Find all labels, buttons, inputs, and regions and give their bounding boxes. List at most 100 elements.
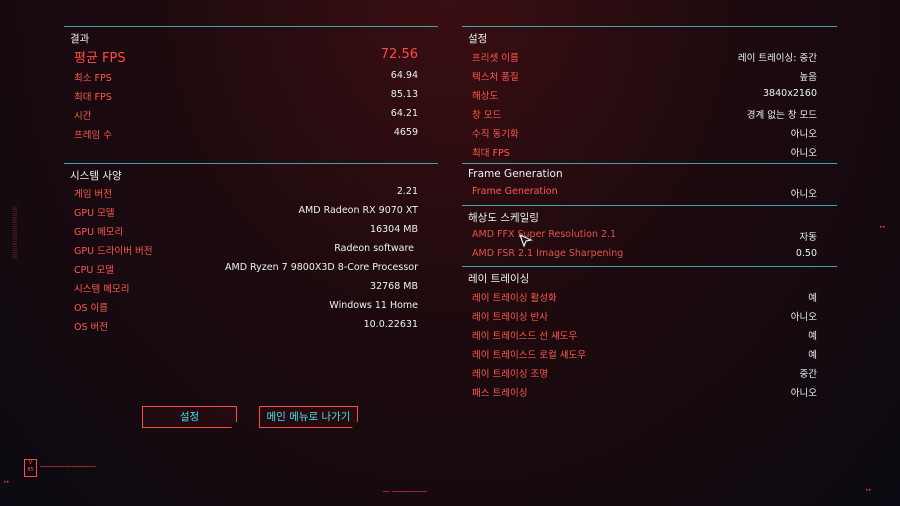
row-value: 아니오 [790, 148, 817, 159]
row-value: Windows 11 Home [329, 300, 418, 311]
row-label: AMD FFX Super Resolution 2.1 [472, 229, 617, 240]
row-value: 10.0.22631 [363, 319, 418, 330]
system-row: 게임 버전 2.21 [74, 186, 418, 202]
avg-fps-row: 평균 FPS 72.56 [74, 47, 418, 66]
row-label: Frame Generation [472, 186, 558, 197]
row-value: 예 [808, 331, 817, 342]
row-value: Radeon software [334, 243, 414, 254]
row-value: 높음 [799, 72, 817, 83]
row-value: 85.13 [390, 89, 418, 100]
row-value: 32768 MB [370, 281, 418, 292]
mouse-cursor-icon [519, 234, 533, 248]
row-label: 최대 FPS [472, 148, 510, 159]
raytracing-panel: 레이 트레이싱 레이 트레이싱 활성화 예 레이 트레이싱 반사 아니오 레이 … [462, 266, 837, 399]
avg-fps-label: 평균 FPS [74, 51, 126, 66]
row-label: 레이 트레이스드 선 섀도우 [472, 331, 578, 342]
system-row: 시스템 메모리 32768 MB [74, 281, 418, 297]
row-value: 아니오 [790, 189, 817, 200]
corner-mark-icon: ▸▸ [4, 479, 11, 485]
system-row: CPU 모델 AMD Ryzen 7 9800X3D 8-Core Proces… [74, 262, 418, 278]
row-value: 경계 없는 창 모드 [746, 110, 817, 121]
row-label: AMD FSR 2.1 Image Sharpening [472, 248, 624, 259]
row-label: 프레임 수 [74, 130, 112, 141]
system-row: GPU 메모리 16304 MB [74, 224, 418, 240]
row-value: 2.21 [396, 186, 418, 197]
row-label: OS 이름 [74, 303, 109, 314]
row-value: 3840x2160 [763, 88, 817, 99]
row-value: AMD Radeon RX 9070 XT [298, 205, 418, 216]
row-label: 레이 트레이싱 활성화 [472, 293, 557, 304]
results-row: 최소 FPS 64.94 [74, 70, 418, 86]
settings-button[interactable]: 설정 [142, 406, 237, 428]
row-value: AMD Ryzen 7 9800X3D 8-Core Processor [225, 262, 418, 273]
version-badge-icon: V 85 [24, 459, 37, 477]
results-row: 최대 FPS 85.13 [74, 89, 418, 105]
row-label: 게임 버전 [74, 189, 112, 200]
row-value: 64.94 [390, 70, 418, 81]
raytracing-row: 레이 트레이싱 활성화 예 [472, 290, 817, 306]
system-panel: 시스템 사양 게임 버전 2.21 GPU 모델 AMD Radeon RX 9… [64, 163, 438, 339]
raytracing-row: 레이 트레이스드 로컬 섀도우 예 [472, 347, 817, 363]
row-label: 레이 트레이스드 로컬 섀도우 [472, 350, 586, 361]
main-menu-button[interactable]: 메인 메뉴로 나가기 [259, 406, 358, 428]
row-label: GPU 메모리 [74, 227, 124, 238]
row-value: 아니오 [790, 312, 817, 323]
row-value: 64.21 [390, 108, 418, 119]
row-label: GPU 모델 [74, 208, 115, 219]
corner-mark-icon: ▸▸ [866, 487, 873, 493]
row-value: 예 [808, 293, 817, 304]
results-row: 시간 64.21 [74, 108, 418, 124]
row-label: 최소 FPS [74, 73, 112, 84]
row-label: CPU 모델 [74, 265, 114, 276]
frame-generation-row: Frame Generation 아니오 [472, 186, 817, 202]
row-value: 아니오 [790, 129, 817, 140]
side-decoration: ||||||||||||||||||||||||||||| [12, 205, 17, 259]
raytracing-header: 레이 트레이싱 [468, 273, 530, 285]
row-value: 레이 트레이싱: 중간 [737, 53, 817, 64]
corner-mark-icon: ▸▸ [880, 224, 887, 230]
upscaling-row: AMD FSR 2.1 Image Sharpening 0.50 [472, 248, 817, 264]
system-header: 시스템 사양 [70, 170, 122, 182]
row-label: 시스템 메모리 [74, 284, 130, 295]
raytracing-row: 레이 트레이싱 조명 중간 [472, 366, 817, 382]
row-label: 레이 트레이싱 반사 [472, 312, 548, 323]
row-label: 수직 동기화 [472, 129, 519, 140]
settings-panel: 설정 프리셋 이름 레이 트레이싱: 중간 텍스처 품질 높음 해상도 3840… [462, 26, 837, 162]
results-row: 프레임 수 4659 [74, 127, 418, 143]
frame-generation-panel: Frame Generation Frame Generation 아니오 [462, 163, 837, 206]
row-value: 자동 [799, 232, 817, 243]
settings-row: 최대 FPS 아니오 [472, 145, 817, 161]
settings-row: 프리셋 이름 레이 트레이싱: 중간 [472, 50, 817, 66]
row-value: 예 [808, 350, 817, 361]
avg-fps-value: 72.56 [380, 47, 418, 62]
system-row: GPU 드라이버 버전 Radeon software [74, 243, 418, 259]
raytracing-row: 패스 트레이싱 아니오 [472, 385, 817, 401]
frame-generation-header: Frame Generation [468, 168, 563, 180]
system-row: OS 이름 Windows 11 Home [74, 300, 418, 316]
results-panel: 결과 평균 FPS 72.56 최소 FPS 64.94 최대 FPS 85.1… [64, 26, 438, 145]
row-value: 0.50 [795, 248, 817, 259]
row-label: GPU 드라이버 버전 [74, 246, 153, 257]
settings-header: 설정 [468, 33, 488, 45]
upscaling-header: 해상도 스케일링 [468, 212, 539, 224]
raytracing-row: 레이 트레이스드 선 섀도우 예 [472, 328, 817, 344]
row-value: 중간 [799, 369, 817, 380]
row-value: 4659 [393, 127, 418, 138]
footer-decoration: ━━━━━━━━━━━━━━━━ [40, 464, 97, 470]
settings-row: 수직 동기화 아니오 [472, 126, 817, 142]
row-label: 프리셋 이름 [472, 53, 519, 64]
system-row: GPU 모델 AMD Radeon RX 9070 XT [74, 205, 418, 221]
row-label: 시간 [74, 111, 92, 122]
results-header: 결과 [70, 33, 90, 45]
row-value: 16304 MB [370, 224, 418, 235]
settings-row: 창 모드 경계 없는 창 모드 [472, 107, 817, 123]
settings-row: 텍스처 품질 높음 [472, 69, 817, 85]
row-label: 해상도 [472, 91, 499, 102]
row-label: 텍스처 품질 [472, 72, 519, 83]
row-label: 레이 트레이싱 조명 [472, 369, 548, 380]
settings-row: 해상도 3840x2160 [472, 88, 817, 104]
footer-decoration: ━━ ━━━━━━━━━━ [383, 489, 428, 495]
row-label: 패스 트레이싱 [472, 388, 528, 399]
raytracing-row: 레이 트레이싱 반사 아니오 [472, 309, 817, 325]
system-row: OS 버전 10.0.22631 [74, 319, 418, 335]
